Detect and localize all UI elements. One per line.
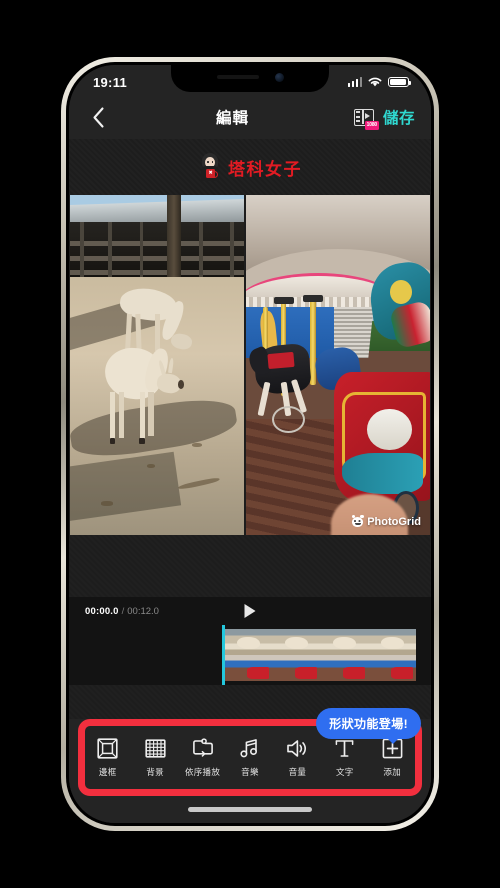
text-t-icon [334,738,355,760]
total-time: 00:12.0 [127,605,159,617]
table-row[interactable] [320,629,368,681]
toolbar-label: 文字 [336,766,354,777]
toolbar-item-volume[interactable]: 音量 [277,738,317,778]
photo-alpaca-farm[interactable] [70,195,244,535]
wifi-icon [368,77,382,87]
photo-content [70,195,244,535]
timeline-track[interactable] [69,625,431,685]
phone-bezel: 19:11 編輯 1080 儲存 ✖ 塔科女子 PhotoGrid 00:00.… [66,62,434,826]
photogrid-watermark-text: PhotoGrid [367,516,421,528]
table-row[interactable] [224,629,272,681]
timeline-clips[interactable] [224,629,416,681]
table-row[interactable] [368,629,416,681]
toolbar-label: 背景 [146,766,164,777]
home-indicator-area [69,796,431,823]
photogrid-logo-icon [351,515,364,527]
phone-screen: 19:11 編輯 1080 儲存 ✖ 塔科女子 PhotoGrid 00:00.… [69,65,431,823]
grid-background-icon [145,738,166,760]
nav-bar: 編輯 1080 儲存 [69,95,431,139]
export-video-icon[interactable]: 1080 [353,108,379,130]
feature-tooltip[interactable]: 形狀功能登場! [316,708,421,744]
toolbar-label: 音量 [288,766,307,777]
play-icon[interactable] [244,604,256,618]
phone-frame: 19:11 編輯 1080 儲存 ✖ 塔科女子 PhotoGrid 00:00.… [61,57,439,831]
photo-content [246,195,430,535]
canvas-spacer [69,535,431,597]
author-watermark: ✖ 塔科女子 [69,139,431,195]
save-button[interactable]: 儲存 [383,106,415,128]
battery-icon [388,76,412,88]
toolbar-label: 依序播放 [184,766,221,777]
front-camera-icon [274,72,284,82]
author-avatar-icon: ✖ [198,153,222,181]
back-chevron-icon[interactable] [85,104,111,130]
player-bar: 00:00.0 / 00:12.0 [69,597,431,625]
current-time: 00:00.0 [85,605,119,617]
status-clock: 19:11 [93,74,128,90]
table-row[interactable] [272,629,320,681]
toolbar-item-background[interactable]: 背景 [135,738,175,778]
status-icons [347,76,412,88]
toolbar-label: 音樂 [241,766,259,777]
toolbar-label: 添加 [383,766,402,777]
toolbar-item-text[interactable]: 文字 [325,738,365,778]
toolbar-label: 邊框 [98,766,117,777]
collage-canvas[interactable]: PhotoGrid [69,195,431,535]
notch [171,65,329,92]
earpiece-speaker-icon [216,75,259,79]
author-name: 塔科女子 [228,159,302,179]
photogrid-watermark: PhotoGrid [351,515,421,528]
home-indicator[interactable] [188,807,312,812]
toolbar-item-border[interactable]: 邊框 [88,738,128,778]
toolbar-item-music[interactable]: 音樂 [230,738,270,778]
signal-bars-icon [347,77,362,87]
time-separator: / [121,605,125,617]
page-title: 編輯 [215,110,249,127]
photo-carousel-ride[interactable]: PhotoGrid [246,195,430,535]
volume-speaker-icon [286,738,309,760]
playhead[interactable] [222,625,225,685]
export-quality-badge: 1080 [364,121,379,130]
nav-right-actions: 1080 儲存 [353,106,415,130]
frame-icon [97,738,118,760]
sequence-play-icon [192,738,214,760]
toolbar-item-sequence-play[interactable]: 依序播放 [183,738,223,778]
music-note-icon [239,738,260,760]
